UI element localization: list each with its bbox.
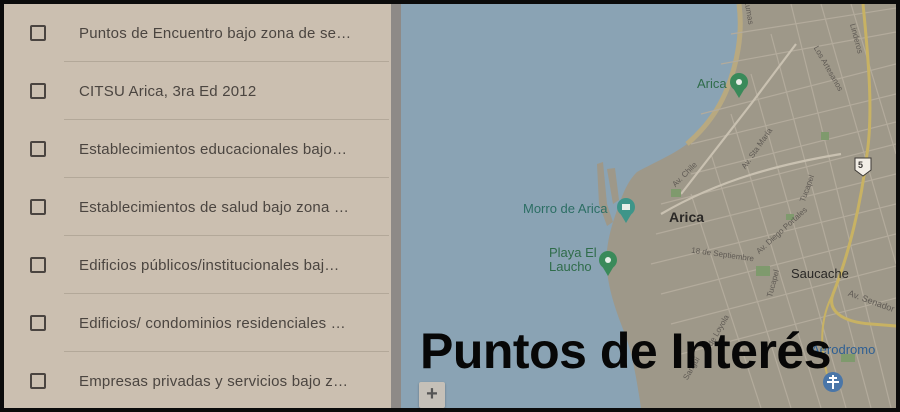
layer-checkbox[interactable] (30, 83, 46, 99)
layer-list-panel: Puntos de Encuentro bajo zona de se… CIT… (4, 4, 391, 408)
layer-label: CITSU Arica, 3ra Ed 2012 (79, 82, 257, 100)
layer-item[interactable]: CITSU Arica, 3ra Ed 2012 (4, 62, 391, 120)
layer-checkbox[interactable] (30, 199, 46, 215)
place-label-arica-city: Arica (669, 209, 705, 225)
park (821, 132, 829, 140)
layer-checkbox[interactable] (30, 257, 46, 273)
layer-checkbox[interactable] (30, 25, 46, 41)
panel-splitter[interactable] (391, 4, 401, 408)
layer-checkbox[interactable] (30, 315, 46, 331)
route-shield-label: 5 (858, 160, 864, 170)
place-label-arica-poi: Arica (697, 76, 727, 91)
park (671, 189, 681, 197)
park (756, 266, 770, 276)
place-label-morro: Morro de Arica (523, 201, 608, 216)
layer-item[interactable]: Establecimientos educacionales bajo… (4, 120, 391, 178)
layer-label: Edificios/ condominios residenciales … (79, 314, 346, 332)
layer-checkbox[interactable] (30, 141, 46, 157)
layer-label: Establecimientos de salud bajo zona … (79, 198, 350, 216)
place-label-playa-line2: Laucho (549, 259, 592, 274)
layer-item[interactable]: Edificios/ condominios residenciales … (4, 294, 391, 352)
layer-item[interactable]: Edificios públicos/institucionales baj… (4, 236, 391, 294)
layer-item[interactable]: Empresas privadas y servicios bajo z… (4, 352, 391, 408)
layer-checkbox[interactable] (30, 373, 46, 389)
layer-label: Empresas privadas y servicios bajo z… (79, 372, 349, 390)
layer-label: Edificios públicos/institucionales baj… (79, 256, 340, 274)
layer-item[interactable]: Establecimientos de salud bajo zona … (4, 178, 391, 236)
layer-item[interactable]: Puntos de Encuentro bajo zona de se… (4, 4, 391, 62)
layer-label: Puntos de Encuentro bajo zona de se… (79, 24, 352, 42)
page-title: Puntos de Interés (420, 323, 832, 379)
place-label-saucache: Saucache (791, 266, 849, 281)
zoom-in-button[interactable]: + (419, 382, 445, 408)
layer-label: Establecimientos educacionales bajo… (79, 140, 348, 158)
place-label-playa-line1: Playa El (549, 245, 597, 260)
